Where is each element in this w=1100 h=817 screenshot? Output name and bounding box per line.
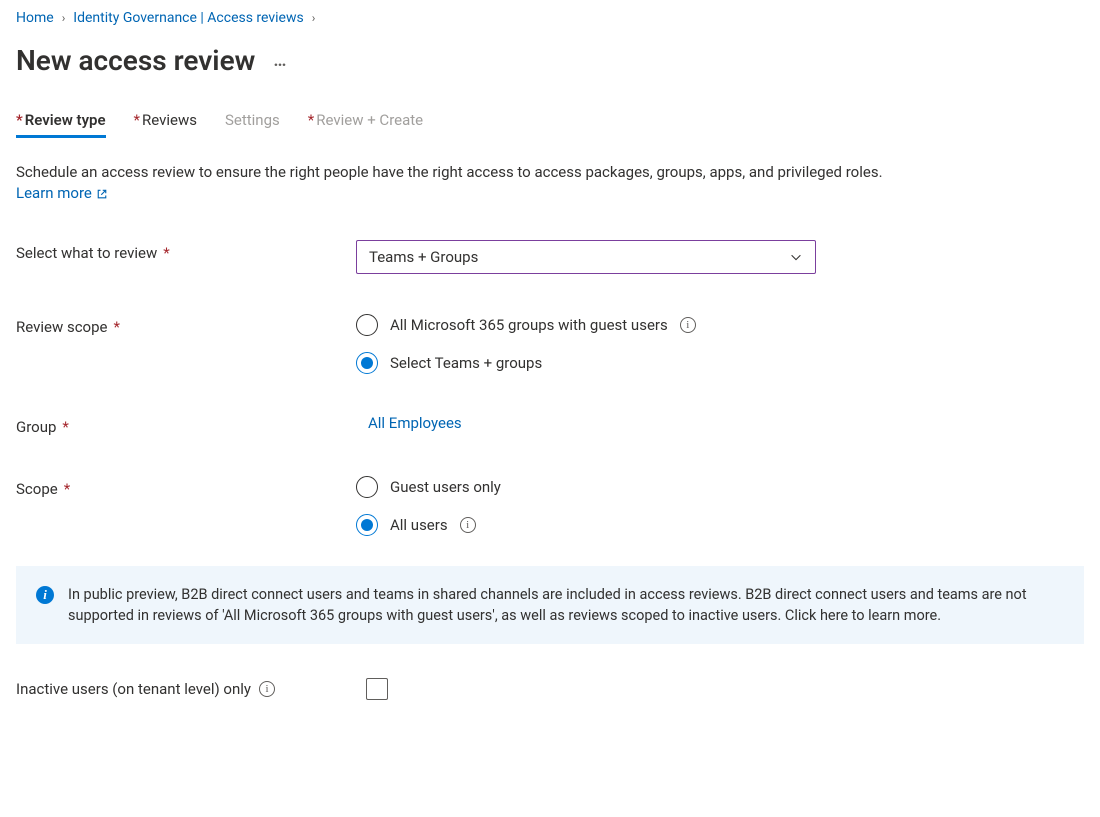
chevron-down-icon (789, 250, 803, 264)
intro-text: Schedule an access review to ensure the … (16, 162, 1056, 204)
info-icon: i (36, 586, 54, 604)
required-asterisk: * (114, 318, 120, 336)
review-scope-radio-group: All Microsoft 365 groups with guest user… (356, 314, 1084, 374)
tab-label: Review type (25, 111, 106, 129)
tab-review-type[interactable]: *Review type (16, 107, 106, 137)
field-scope: Scope * Guest users only All users i (16, 476, 1084, 536)
banner-text: In public preview, B2B direct connect us… (68, 584, 1064, 626)
radio-all-m365-groups[interactable]: All Microsoft 365 groups with guest user… (356, 314, 1084, 336)
label-text: Group (16, 418, 56, 436)
external-link-icon (96, 188, 108, 200)
group-selected-link[interactable]: All Employees (368, 414, 462, 432)
required-asterisk: * (134, 111, 140, 129)
label-text: Select what to review (16, 244, 157, 262)
tab-reviews[interactable]: *Reviews (134, 107, 197, 137)
label-text: Inactive users (on tenant level) only (16, 680, 251, 698)
chevron-right-icon: › (62, 11, 66, 25)
field-label: Inactive users (on tenant level) only i (16, 680, 356, 698)
page-title-text: New access review (16, 44, 255, 77)
select-what-dropdown[interactable]: Teams + Groups (356, 240, 816, 274)
field-label: Select what to review * (16, 240, 356, 262)
required-asterisk: * (16, 111, 23, 129)
info-icon[interactable]: i (259, 681, 275, 697)
required-asterisk: * (62, 418, 68, 436)
chevron-right-icon: › (312, 11, 316, 25)
more-actions-button[interactable]: … (273, 50, 288, 71)
field-review-scope: Review scope * All Microsoft 365 groups … (16, 314, 1084, 374)
intro-body: Schedule an access review to ensure the … (16, 163, 883, 181)
radio-label: All users (390, 516, 448, 534)
label-text: Scope (16, 480, 58, 498)
scope-radio-group: Guest users only All users i (356, 476, 1084, 536)
radio-all-users[interactable]: All users i (356, 514, 1084, 536)
tab-label: Review + Create (316, 111, 423, 129)
tab-label: Reviews (142, 111, 197, 129)
radio-icon (356, 476, 378, 498)
radio-label: Select Teams + groups (390, 354, 542, 372)
tab-review-create[interactable]: *Review + Create (308, 107, 423, 137)
label-text: Review scope (16, 318, 108, 336)
tabs: *Review type *Reviews Settings *Review +… (16, 107, 1084, 138)
field-label: Group * (16, 414, 356, 436)
required-asterisk: * (308, 111, 314, 129)
radio-label: All Microsoft 365 groups with guest user… (390, 316, 668, 334)
radio-icon (356, 514, 378, 536)
info-icon[interactable]: i (680, 317, 696, 333)
required-asterisk: * (163, 244, 169, 262)
required-asterisk: * (64, 480, 70, 498)
radio-icon (356, 314, 378, 336)
breadcrumb-home[interactable]: Home (16, 10, 54, 26)
field-inactive-users: Inactive users (on tenant level) only i (16, 678, 1084, 700)
dropdown-value: Teams + Groups (369, 248, 478, 266)
tab-settings[interactable]: Settings (225, 107, 280, 137)
form: Select what to review * Teams + Groups R… (16, 240, 1084, 536)
radio-label: Guest users only (390, 478, 501, 496)
learn-more-label: Learn more (16, 183, 92, 204)
field-label: Scope * (16, 476, 356, 498)
info-banner[interactable]: i In public preview, B2B direct connect … (16, 566, 1084, 644)
radio-guest-users-only[interactable]: Guest users only (356, 476, 1084, 498)
learn-more-link[interactable]: Learn more (16, 183, 108, 204)
breadcrumb-section[interactable]: Identity Governance | Access reviews (73, 10, 303, 26)
tab-label: Settings (225, 111, 280, 129)
info-icon[interactable]: i (460, 517, 476, 533)
inactive-users-checkbox[interactable] (366, 678, 388, 700)
radio-icon (356, 352, 378, 374)
radio-select-teams-groups[interactable]: Select Teams + groups (356, 352, 1084, 374)
page-title: New access review … (16, 44, 1084, 77)
field-group: Group * All Employees (16, 414, 1084, 436)
field-label: Review scope * (16, 314, 356, 336)
field-select-what: Select what to review * Teams + Groups (16, 240, 1084, 274)
breadcrumb: Home › Identity Governance | Access revi… (16, 0, 1084, 30)
